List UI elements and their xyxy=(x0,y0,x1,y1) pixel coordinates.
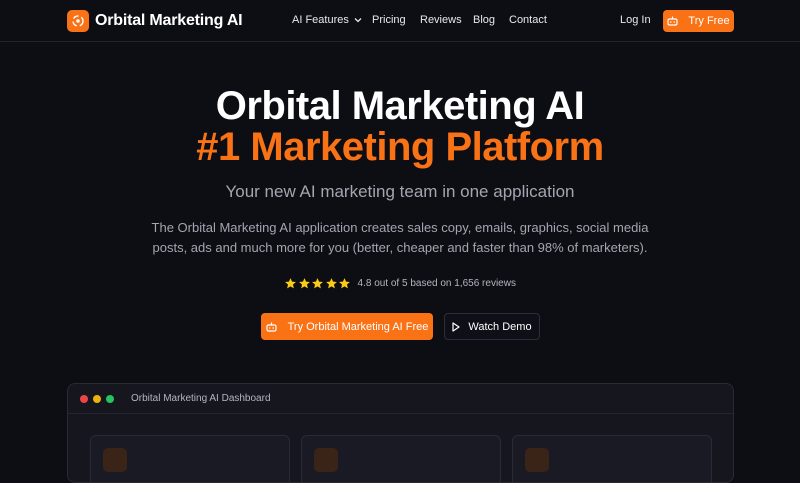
dashboard-titlebar: Orbital Marketing AI Dashboard xyxy=(68,384,733,414)
star-icon xyxy=(339,278,350,289)
robot-icon xyxy=(265,322,277,332)
nav-contact[interactable]: Contact xyxy=(509,14,547,26)
login-link[interactable]: Log In xyxy=(620,14,651,26)
orbit-logo-icon xyxy=(67,10,89,32)
brand-name: Orbital Marketing AI xyxy=(95,12,243,29)
window-minimize-dot xyxy=(93,395,101,403)
nav-blog[interactable]: Blog xyxy=(473,14,495,26)
robot-icon xyxy=(667,16,679,26)
try-free-button[interactable]: Try Free xyxy=(663,10,734,32)
dashboard-card xyxy=(512,435,712,482)
card-icon xyxy=(103,448,127,472)
nav-ai-features[interactable]: AI Features xyxy=(292,14,362,26)
play-icon xyxy=(452,321,461,332)
hero-title: Orbital Marketing AI xyxy=(215,84,585,128)
star-rating xyxy=(284,277,352,290)
hero-title-highlight: #1 Marketing Platform xyxy=(196,125,604,169)
nav-ai-features-label: AI Features xyxy=(292,14,349,26)
rating-summary: 4.8 out of 5 based on 1,656 reviews xyxy=(0,277,800,290)
brand-link[interactable]: Orbital Marketing AI xyxy=(67,10,243,32)
top-navbar: Orbital Marketing AI AI Features Pricing… xyxy=(0,0,800,42)
dashboard-card xyxy=(90,435,290,482)
try-orbital-free-button[interactable]: Try Orbital Marketing AI Free xyxy=(261,313,433,340)
hero-subtitle: Your new AI marketing team in one applic… xyxy=(225,182,575,201)
cta-secondary-label: Watch Demo xyxy=(468,320,532,333)
dashboard-preview: Orbital Marketing AI Dashboard xyxy=(67,383,734,483)
card-icon xyxy=(525,448,549,472)
star-icon xyxy=(325,278,337,289)
dashboard-card xyxy=(301,435,501,482)
dashboard-title: Orbital Marketing AI Dashboard xyxy=(131,393,271,404)
star-icon xyxy=(312,278,323,289)
try-free-label: Try Free xyxy=(688,15,730,27)
nav-reviews[interactable]: Reviews xyxy=(420,14,462,26)
window-close-dot xyxy=(80,395,88,403)
nav-pricing[interactable]: Pricing xyxy=(372,14,406,26)
card-icon xyxy=(314,448,338,472)
window-maximize-dot xyxy=(106,395,114,403)
hero-description: The Orbital Marketing AI application cre… xyxy=(151,220,649,255)
watch-demo-button[interactable]: Watch Demo xyxy=(444,313,540,340)
chevron-down-icon xyxy=(354,18,362,23)
cta-primary-label: Try Orbital Marketing AI Free xyxy=(287,320,429,333)
rating-text: 4.8 out of 5 based on 1,656 reviews xyxy=(357,278,516,289)
star-icon xyxy=(298,278,310,289)
star-icon xyxy=(285,278,296,289)
